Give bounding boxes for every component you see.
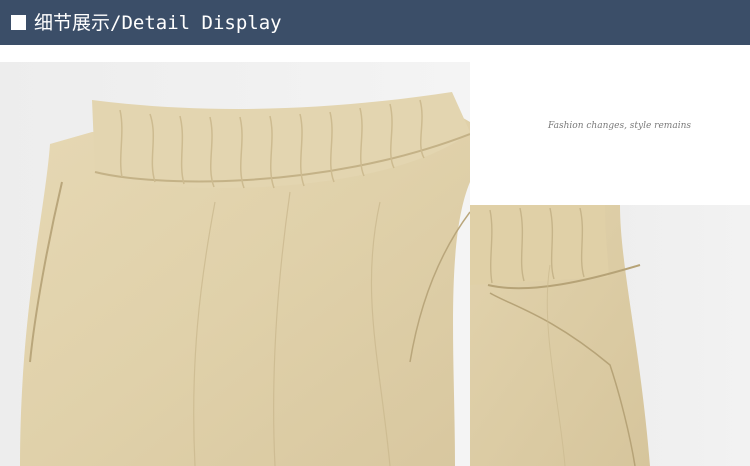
inset-pocket-photo (470, 205, 750, 466)
header-bar: 细节展示/Detail Display (0, 0, 750, 45)
header-title: 细节展示/Detail Display (34, 12, 282, 34)
square-bullet-icon (11, 15, 26, 30)
tagline: Fashion changes, style remains (548, 121, 692, 131)
main-detail-photo (0, 62, 470, 466)
